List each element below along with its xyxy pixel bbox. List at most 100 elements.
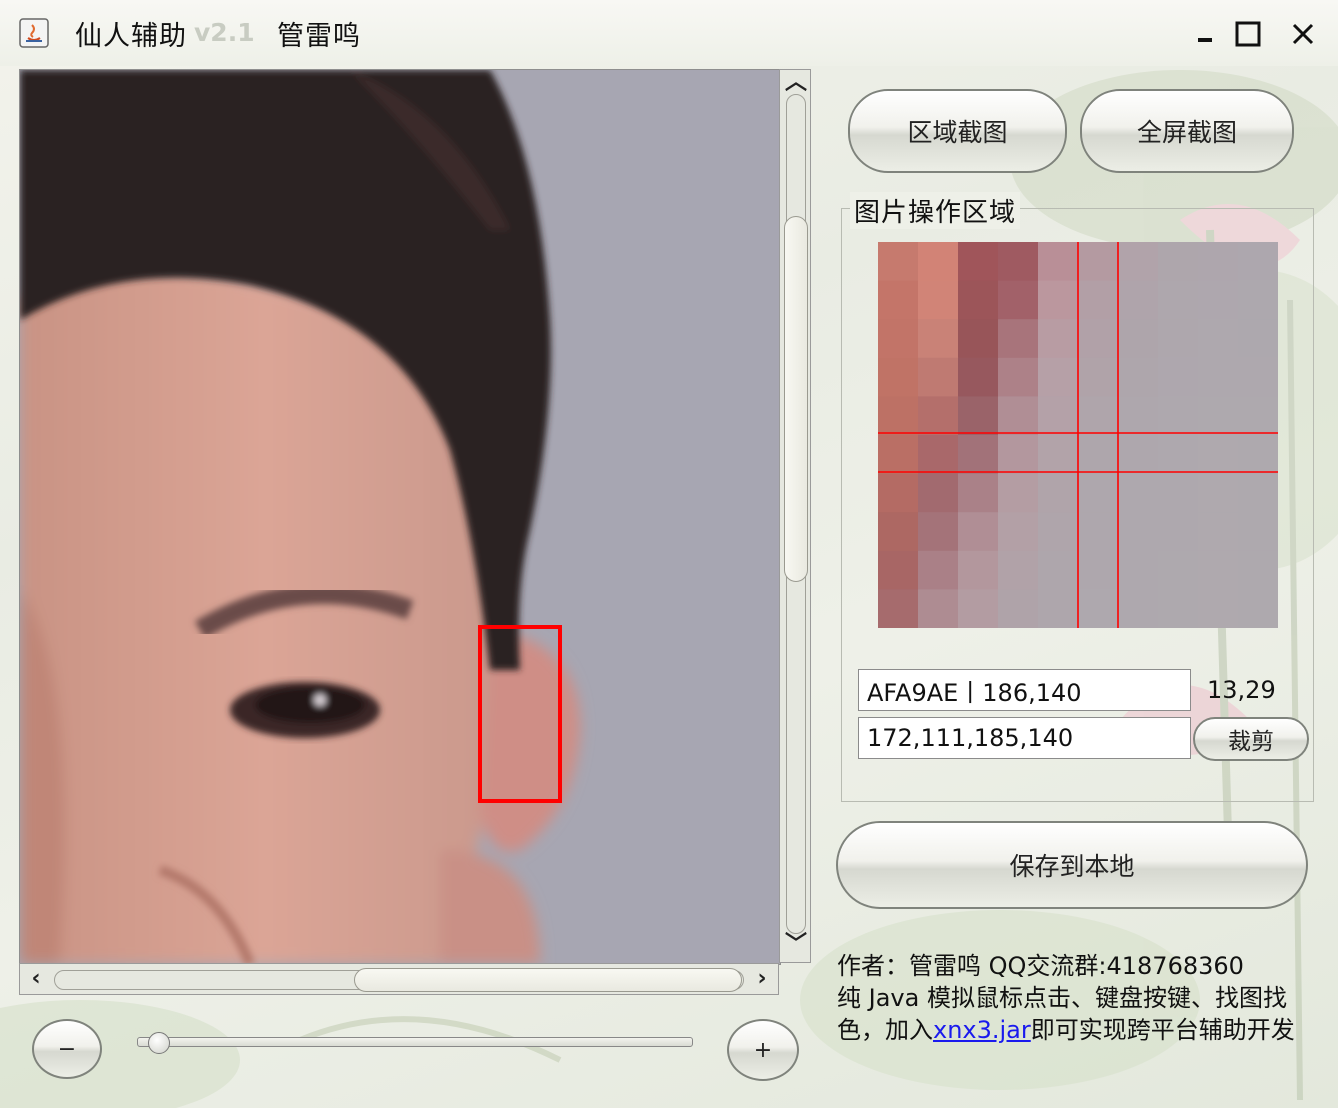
zoom-pixel (1238, 357, 1278, 397)
window-title: 仙人辅助 (75, 21, 187, 52)
author-title: 管雷鸣 (277, 21, 361, 52)
zoom-pixel (1118, 435, 1159, 475)
zoom-in-button[interactable]: + (727, 1019, 799, 1081)
zoom-pixel (958, 435, 999, 475)
save-label: 保存到本地 (1009, 852, 1135, 881)
xnx3-jar-link[interactable]: xnx3.jar (933, 1016, 1031, 1044)
zoom-pixel (958, 396, 999, 436)
color-readout: AFA9AE丨186,140 (867, 678, 1082, 707)
zoom-pixel (1038, 280, 1079, 320)
zoom-pixel (918, 280, 959, 320)
zoom-pixel (1078, 473, 1119, 513)
image-viewer[interactable] (19, 69, 781, 965)
zoom-pixel (1238, 512, 1278, 552)
region-capture-label: 区域截图 (907, 118, 1008, 147)
minimize-icon[interactable] (1188, 16, 1224, 52)
zoom-pixel (918, 473, 959, 513)
zoom-pixel (1038, 319, 1079, 359)
zoom-pixel (1238, 473, 1278, 513)
zoom-pixel (1078, 357, 1119, 397)
close-icon[interactable] (1285, 16, 1321, 52)
zoom-slider-knob[interactable] (147, 1032, 170, 1054)
zoom-pixel (1198, 550, 1239, 590)
zoom-pixel (1038, 589, 1079, 628)
pixel-grid (878, 242, 1278, 628)
maximize-icon[interactable] (1230, 16, 1266, 52)
zoom-pixel (1118, 319, 1159, 359)
zoom-pixel (958, 357, 999, 397)
zoom-pixel (1078, 589, 1119, 628)
zoom-pixel (878, 319, 919, 359)
zoom-pixel (958, 550, 999, 590)
pixel-zoom-preview (878, 242, 1278, 628)
crop-button[interactable]: 裁剪 (1193, 717, 1309, 761)
zoom-pixel (1038, 357, 1079, 397)
zoom-pixel (1038, 242, 1079, 282)
zoom-pixel (918, 589, 959, 628)
zoom-pixel (1158, 512, 1199, 552)
region-capture-button[interactable]: 区域截图 (848, 89, 1067, 173)
description-suffix: 即可实现跨平台辅助开发 (1030, 1016, 1295, 1044)
offset-readout: 13,29 (1207, 676, 1276, 704)
zoom-pixel (1158, 435, 1199, 475)
zoom-pixel (1118, 242, 1159, 282)
zoom-pixel (1198, 357, 1239, 397)
zoom-pixel (1038, 473, 1079, 513)
captured-photo (20, 70, 780, 964)
zoom-pixel (1198, 242, 1239, 282)
title-bar: 仙人辅助 v2.1 管雷鸣 (0, 0, 1338, 66)
zoom-pixel (998, 396, 1039, 436)
zoom-pixel (918, 319, 959, 359)
zoom-pixel (1158, 319, 1199, 359)
save-to-local-button[interactable]: 保存到本地 (836, 821, 1308, 909)
zoom-pixel (1118, 396, 1159, 436)
zoom-pixel (958, 473, 999, 513)
zoom-pixel (1238, 435, 1278, 475)
zoom-pixel (1158, 473, 1199, 513)
zoom-pixel (1198, 512, 1239, 552)
zoom-pixel (878, 357, 919, 397)
zoom-pixel (1078, 550, 1119, 590)
zoom-pixel (918, 242, 959, 282)
description-line: 纯 Java 模拟鼠标点击、键盘按键、找图找色，加入xnx3.jar即可实现跨平… (837, 982, 1317, 1046)
crop-rect-field[interactable]: 172,111,185,140 (858, 717, 1191, 759)
zoom-slider-track[interactable] (137, 1037, 693, 1047)
zoom-pixel (1078, 280, 1119, 320)
zoom-pixel (1078, 396, 1119, 436)
vertical-scroll-thumb[interactable] (784, 216, 808, 582)
zoom-pixel (1078, 512, 1119, 552)
vertical-scrollbar[interactable]: ︿ ﹀ (779, 69, 811, 963)
zoom-pixel (918, 357, 959, 397)
zoom-pixel (1118, 280, 1159, 320)
zoom-pixel (1038, 396, 1079, 436)
zoom-pixel (1038, 435, 1079, 475)
zoom-pixel (1078, 435, 1119, 475)
scroll-up-icon[interactable]: ︿ (784, 72, 808, 94)
zoom-pixel (998, 280, 1039, 320)
zoom-pixel (1158, 396, 1199, 436)
zoom-pixel (1158, 280, 1199, 320)
zoom-pixel (1198, 435, 1239, 475)
zoom-out-button[interactable]: − (32, 1019, 102, 1079)
horizontal-scroll-thumb[interactable] (354, 968, 742, 992)
zoom-pixel (1238, 550, 1278, 590)
scroll-left-icon[interactable]: ‹ (24, 968, 48, 990)
zoom-pixel (958, 319, 999, 359)
horizontal-scrollbar[interactable]: ‹ › (19, 963, 779, 995)
app-window: 仙人辅助 v2.1 管雷鸣 ︿ ﹀ ‹ › − + 区域截图 全屏截图 图片操作… (0, 0, 1338, 1108)
fullscreen-capture-button[interactable]: 全屏截图 (1080, 89, 1294, 173)
zoom-pixel (998, 550, 1039, 590)
zoom-pixel (1118, 512, 1159, 552)
crop-label: 裁剪 (1228, 729, 1274, 755)
author-info: 作者：管雷鸣 QQ交流群:418768360 纯 Java 模拟鼠标点击、键盘按… (837, 950, 1317, 1046)
zoom-pixel (1198, 280, 1239, 320)
zoom-pixel (1238, 280, 1278, 320)
zoom-pixel (1158, 550, 1199, 590)
zoom-pixel (958, 242, 999, 282)
zoom-pixel (998, 435, 1039, 475)
color-readout-field[interactable]: AFA9AE丨186,140 (858, 669, 1191, 711)
scroll-down-icon[interactable]: ﹀ (784, 934, 808, 956)
zoom-pixel (998, 242, 1039, 282)
scroll-right-icon[interactable]: › (750, 968, 774, 990)
crop-rect-readout: 172,111,185,140 (867, 724, 1074, 752)
